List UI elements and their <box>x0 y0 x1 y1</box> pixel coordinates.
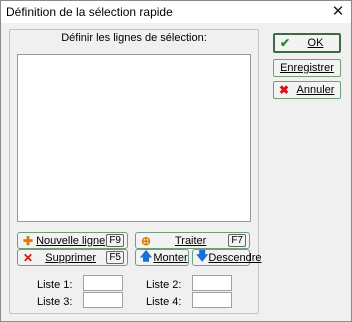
move-up-button[interactable]: 🡅 Monter <box>135 249 189 266</box>
move-down-label: Descendre <box>208 251 262 264</box>
title-bar: Définition de la sélection rapide ✕ <box>1 1 351 23</box>
process-button[interactable]: ⊕ Traiter F7 <box>135 232 250 249</box>
save-label: Enregistrer <box>280 62 334 74</box>
list-4-label: Liste 4: <box>146 296 182 308</box>
checkmark-icon: ✔ <box>279 36 291 50</box>
ok-button[interactable]: ✔ OK <box>273 33 341 53</box>
list-2-field[interactable] <box>192 275 232 291</box>
process-shortcut: F7 <box>228 234 246 247</box>
cross-icon: ✖ <box>278 83 290 97</box>
arrow-up-icon: 🡅 <box>139 249 153 263</box>
arrow-down-icon: 🡇 <box>196 249 209 263</box>
list-2-label: Liste 2: <box>146 279 182 291</box>
new-line-button[interactable]: ✚ Nouvelle ligne F9 <box>17 232 128 249</box>
process-icon: ⊕ <box>140 233 152 248</box>
ok-label: OK <box>307 37 324 49</box>
list-1-label: Liste 1: <box>37 279 73 291</box>
move-down-button[interactable]: 🡇 Descendre <box>192 249 262 266</box>
list-3-label: Liste 3: <box>37 296 73 308</box>
new-line-label: Nouvelle ligne <box>36 234 106 247</box>
list-3-field[interactable] <box>83 292 123 308</box>
move-up-label: Monter <box>153 251 188 264</box>
selection-lines-list[interactable] <box>17 54 251 222</box>
group-label: Définir les lignes de sélection: <box>61 32 207 44</box>
close-icon[interactable]: ✕ <box>329 3 347 21</box>
list-4-field[interactable] <box>192 292 232 308</box>
delete-icon: ✕ <box>22 250 34 265</box>
list-1-field[interactable] <box>83 275 123 291</box>
cancel-label: Annuler <box>296 84 335 96</box>
new-line-shortcut: F9 <box>106 234 124 247</box>
window-title: Définition de la sélection rapide <box>6 5 173 19</box>
delete-label: Supprimer <box>45 251 97 264</box>
cancel-button[interactable]: ✖ Annuler <box>273 81 341 99</box>
plus-icon: ✚ <box>22 233 34 248</box>
process-label: Traiter <box>174 234 207 247</box>
dialog-window: Définition de la sélection rapide ✕ Défi… <box>0 0 352 322</box>
delete-shortcut: F5 <box>106 251 124 264</box>
save-button[interactable]: Enregistrer <box>273 59 341 77</box>
delete-button[interactable]: ✕ Supprimer F5 <box>17 249 128 266</box>
